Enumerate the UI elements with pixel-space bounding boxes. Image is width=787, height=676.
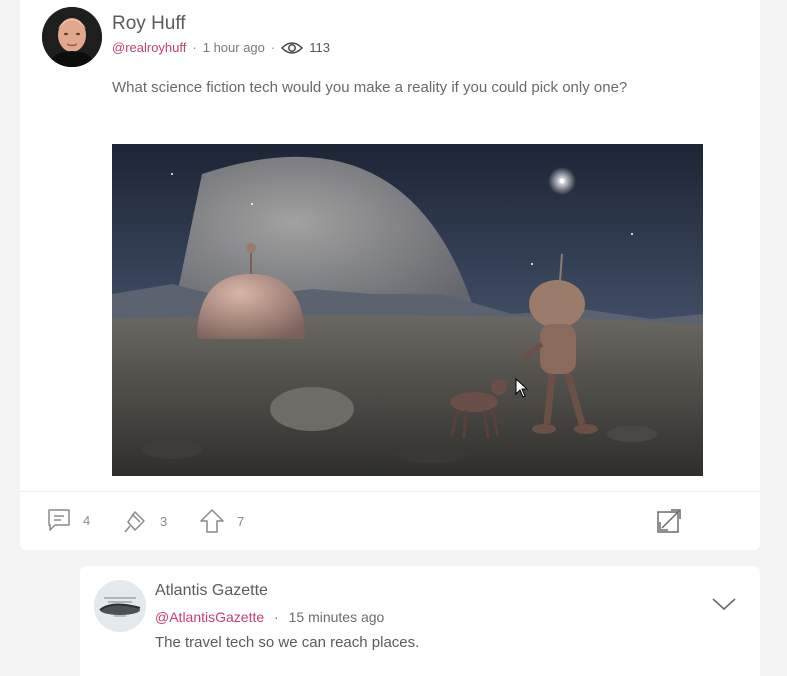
comment-count: 4 <box>83 512 91 528</box>
author-handle[interactable]: @realroyhuff <box>112 40 186 55</box>
author-avatar[interactable] <box>42 7 102 67</box>
post-image[interactable] <box>112 144 703 476</box>
comment-icon <box>47 508 71 532</box>
reply-text: The travel tech so we can reach places. <box>155 634 420 651</box>
post-meta: @realroyhuff · 1 hour ago · 113 <box>112 40 330 55</box>
repost-icon <box>122 508 148 534</box>
chevron-down-icon[interactable] <box>711 596 737 612</box>
post-time: 1 hour ago <box>202 40 265 55</box>
repost-button[interactable]: 3 <box>122 508 167 534</box>
view-count: 113 <box>309 40 330 55</box>
meta-separator: · <box>270 40 276 55</box>
upvote-count: 7 <box>237 513 245 529</box>
reply-meta: @AtlantisGazette · 15 minutes ago <box>155 609 384 625</box>
comment-button[interactable]: 4 <box>47 508 90 532</box>
reply-author-handle[interactable]: @AtlantisGazette <box>155 609 264 625</box>
reply-author-avatar[interactable] <box>94 580 146 632</box>
mouse-cursor-icon <box>515 377 529 398</box>
upvote-button[interactable]: 7 <box>199 508 244 534</box>
expand-icon[interactable] <box>656 508 682 534</box>
meta-separator: · <box>192 40 197 55</box>
meta-separator: · <box>274 609 279 625</box>
post-divider <box>20 491 760 492</box>
eye-icon <box>281 41 304 55</box>
author-name[interactable]: Roy Huff <box>112 13 186 35</box>
post-text: What science fiction tech would you make… <box>112 79 628 96</box>
reply-time: 15 minutes ago <box>288 609 385 625</box>
repost-count: 3 <box>160 513 168 529</box>
arrow-up-icon <box>199 508 225 534</box>
reply-author-name[interactable]: Atlantis Gazette <box>155 582 268 600</box>
